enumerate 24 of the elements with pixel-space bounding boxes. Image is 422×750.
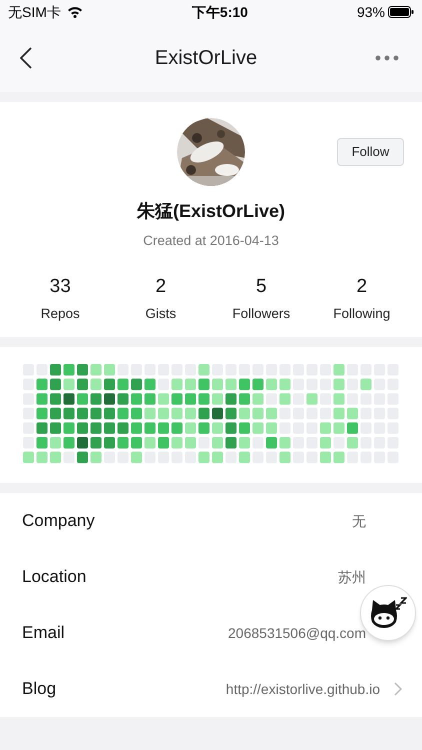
field-value: 苏州 bbox=[338, 568, 366, 586]
field-label: Blog bbox=[22, 679, 56, 698]
field-label: Company bbox=[22, 511, 95, 530]
battery-icon bbox=[388, 6, 414, 18]
stat-item[interactable]: 2 Gists bbox=[110, 273, 211, 324]
stat-item[interactable]: 33 Repos bbox=[10, 273, 110, 324]
field-value: 2068531506@qq.com bbox=[228, 624, 366, 643]
field-value: http://existorlive.github.io bbox=[226, 680, 380, 699]
battery-text: 93% bbox=[356, 2, 385, 22]
follow-button[interactable]: Follow bbox=[337, 138, 404, 166]
stat-item[interactable]: 5 Followers bbox=[211, 273, 312, 324]
wifi-icon bbox=[66, 6, 83, 18]
field-label: Location bbox=[22, 567, 86, 586]
page-title: ExistOrLive bbox=[154, 46, 258, 71]
sleeping-cat-icon bbox=[369, 596, 407, 630]
created-date: Created at 2016-04-13 bbox=[143, 232, 279, 250]
field-value: 无 bbox=[352, 512, 366, 530]
field-label: Email bbox=[22, 623, 65, 642]
carrier-text: 无SIM卡 bbox=[8, 2, 61, 22]
time-text: 下午5:10 bbox=[192, 2, 248, 22]
back-icon bbox=[20, 47, 32, 69]
user-name: 朱猛(ExistOrLive) bbox=[136, 200, 286, 223]
more-icon bbox=[375, 55, 399, 61]
stat-item[interactable]: 2 Following bbox=[312, 273, 412, 324]
